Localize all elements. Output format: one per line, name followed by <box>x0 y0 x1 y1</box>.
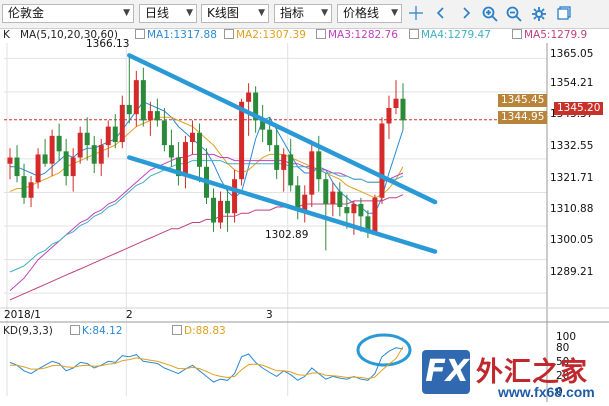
candle-body <box>288 154 294 186</box>
date-label: 2 <box>126 309 133 321</box>
fx-logo-text: FX <box>425 354 469 389</box>
candle-body <box>133 80 139 115</box>
kd-k-value: K:84.12 <box>82 325 123 337</box>
candle-body <box>91 145 97 164</box>
candle-body <box>140 80 146 121</box>
candle-body <box>28 182 34 198</box>
candle-body <box>281 154 287 170</box>
candle-body <box>35 154 41 183</box>
candle-body <box>302 194 308 211</box>
candle-body <box>316 151 322 180</box>
alt-price-tag: 1344.95 <box>498 111 548 124</box>
candle-body <box>168 145 174 158</box>
candle-body <box>267 129 273 146</box>
candle-body <box>63 151 69 177</box>
candle-body <box>70 157 76 177</box>
candle-body <box>182 142 188 177</box>
candle-body <box>112 126 118 143</box>
price-tick: 1332.55 <box>550 140 594 152</box>
candle-body <box>351 203 357 214</box>
chart-grid <box>4 43 547 396</box>
watermark: FX 外汇之家 www.fx68.com <box>420 346 609 403</box>
candle-body <box>211 197 217 223</box>
candle-body <box>379 123 385 198</box>
price-tick: 1365.05 <box>550 48 594 60</box>
candle-body <box>393 98 399 108</box>
candle-body <box>274 145 280 170</box>
ma-line <box>9 194 404 301</box>
candle-body <box>98 145 104 164</box>
candle-body <box>77 132 83 158</box>
candle-body <box>147 111 153 121</box>
price-tick: 1289.21 <box>550 266 594 278</box>
kd-lines <box>9 346 404 383</box>
kd-d-value: D:88.83 <box>184 325 226 337</box>
candle-body <box>239 101 245 180</box>
checkbox-icon[interactable] <box>172 325 182 335</box>
candle-body <box>232 179 238 214</box>
candle-body <box>119 104 125 143</box>
candle-body <box>218 200 224 223</box>
price-chart[interactable] <box>0 0 609 403</box>
candle-body <box>7 157 13 164</box>
price-tick: 1354.21 <box>550 77 594 89</box>
candle-body <box>295 185 301 211</box>
candles <box>7 55 406 251</box>
candle-body <box>323 179 329 204</box>
bid-price-tag: 1345.45 <box>498 94 548 107</box>
candle-body <box>246 92 252 102</box>
candle-body <box>126 104 132 115</box>
candle-body <box>337 191 343 208</box>
candle-body <box>56 135 62 152</box>
candle-body <box>49 135 55 164</box>
ask-price-tag: 1345.20 <box>554 102 604 115</box>
candle-body <box>330 191 336 204</box>
candle-body <box>344 207 350 214</box>
candle-body <box>84 132 90 146</box>
high-annotation: 1366.13 <box>86 38 130 50</box>
price-tick: 1300.05 <box>550 234 594 246</box>
kd-highlight-ellipse <box>356 333 412 367</box>
site-text: www.fx68.com <box>498 384 595 400</box>
candle-body <box>372 197 378 232</box>
candle-body <box>189 132 195 143</box>
candle-body <box>42 154 48 164</box>
candle-body <box>161 120 167 146</box>
kd-params: KD(9,3,3) <box>3 325 53 337</box>
checkbox-icon[interactable] <box>70 325 80 335</box>
candle-body <box>386 108 392 124</box>
candle-body <box>196 132 202 167</box>
candle-body <box>21 176 27 198</box>
price-tick: 1321.71 <box>550 172 594 184</box>
candle-body <box>400 98 406 121</box>
low-annotation: 1302.89 <box>265 229 309 241</box>
date-label: 3 <box>266 309 273 321</box>
candle-body <box>358 203 364 217</box>
kd-k-legend[interactable]: K:84.12 <box>70 324 122 338</box>
price-tick: 1310.88 <box>550 203 594 215</box>
candle-body <box>225 200 231 214</box>
date-label: 2018/1 <box>4 309 41 321</box>
kd-d-legend[interactable]: D:88.83 <box>172 324 226 338</box>
candle-body <box>309 151 315 195</box>
candle-body <box>105 126 111 146</box>
candle-body <box>154 111 160 121</box>
candle-body <box>14 157 20 177</box>
kd-line <box>10 346 404 380</box>
